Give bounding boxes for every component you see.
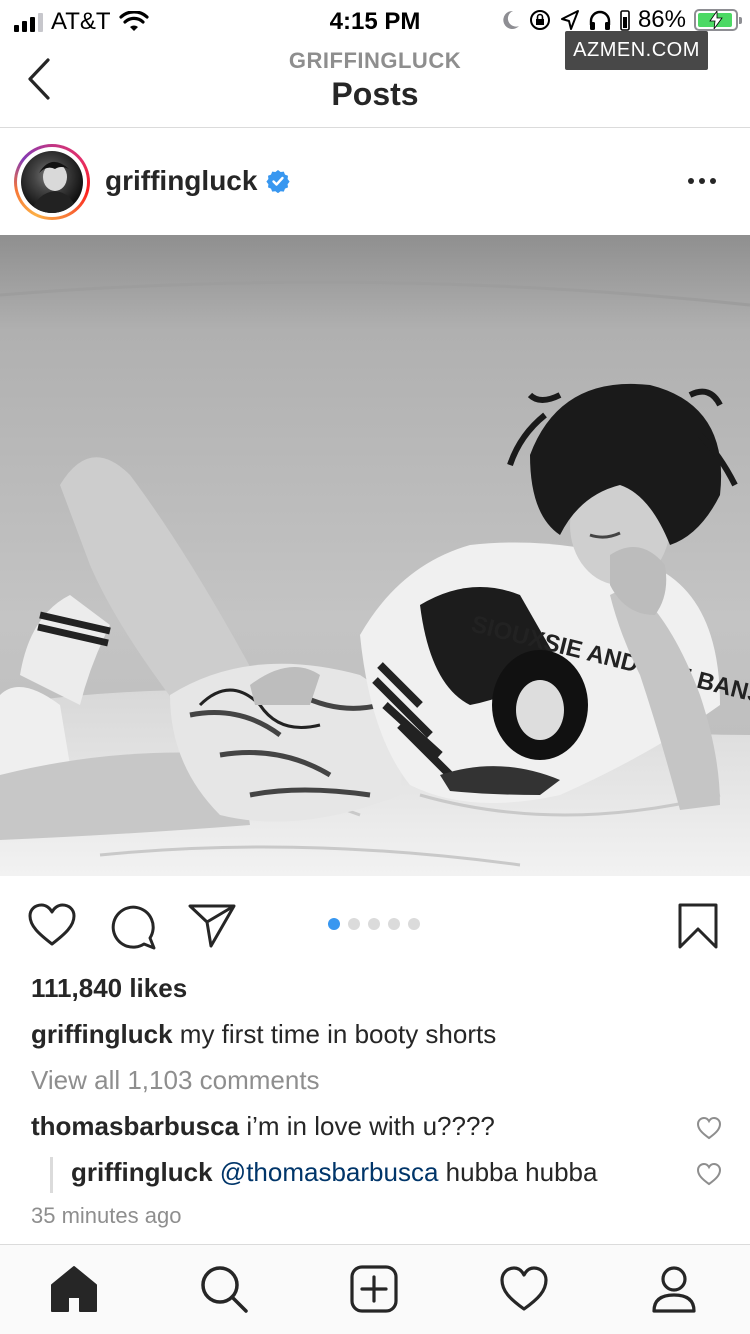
activity-heart-icon[interactable] bbox=[498, 1263, 550, 1315]
avatar[interactable] bbox=[21, 151, 83, 213]
post-header: griffingluck bbox=[0, 129, 750, 235]
post-caption: griffingluck my first time in booty shor… bbox=[31, 1019, 496, 1050]
share-icon[interactable] bbox=[187, 902, 237, 948]
bottom-tab-bar bbox=[0, 1244, 750, 1334]
headphone-battery-icon bbox=[620, 10, 630, 31]
battery-percent: 86% bbox=[637, 6, 686, 33]
comment-like-icon[interactable] bbox=[696, 1116, 722, 1140]
carousel-dot bbox=[368, 918, 380, 930]
home-icon[interactable] bbox=[48, 1263, 100, 1315]
comment-icon[interactable] bbox=[108, 902, 156, 950]
post-username[interactable]: griffingluck bbox=[105, 165, 257, 197]
comment: thomasbarbusca i’m in love with u???? bbox=[31, 1111, 495, 1142]
heart-icon[interactable] bbox=[27, 902, 77, 948]
headphones-icon bbox=[589, 10, 611, 30]
view-all-comments-link[interactable]: View all 1,103 comments bbox=[31, 1065, 320, 1096]
caption-text: my first time in booty shorts bbox=[179, 1019, 497, 1049]
carousel-dot bbox=[328, 918, 340, 930]
more-options-icon[interactable] bbox=[688, 169, 722, 193]
reply-like-icon[interactable] bbox=[696, 1162, 722, 1186]
post-photo: SIOUXSIE AND THE BANSHEES bbox=[0, 235, 750, 876]
story-ring[interactable] bbox=[14, 144, 90, 220]
carousel-dot bbox=[348, 918, 360, 930]
carousel-dot bbox=[388, 918, 400, 930]
reply-thread-line bbox=[50, 1157, 53, 1193]
profile-icon[interactable] bbox=[648, 1263, 700, 1315]
reply-text: hubba hubba bbox=[445, 1157, 598, 1187]
post-image[interactable]: SIOUXSIE AND THE BANSHEES bbox=[0, 235, 750, 876]
reply-mention[interactable]: @thomasbarbusca bbox=[220, 1157, 439, 1187]
comment-username[interactable]: thomasbarbusca bbox=[31, 1111, 239, 1141]
nav-subtitle: GRIFFINGLUCK bbox=[288, 48, 462, 73]
bookmark-icon[interactable] bbox=[677, 902, 719, 950]
carousel-dot bbox=[408, 918, 420, 930]
comment-text: i’m in love with u???? bbox=[246, 1111, 495, 1141]
likes-count[interactable]: 111,840 likes bbox=[31, 973, 187, 1004]
page-title: Posts bbox=[331, 76, 419, 112]
reply-comment: griffingluck @thomasbarbusca hubba hubba bbox=[71, 1157, 597, 1188]
post-timestamp: 35 minutes ago bbox=[31, 1203, 182, 1228]
caption-username[interactable]: griffingluck bbox=[31, 1019, 173, 1049]
battery-charging-icon bbox=[694, 9, 742, 31]
post-actions bbox=[0, 876, 750, 972]
nav-header: GRIFFINGLUCK Posts bbox=[0, 40, 750, 128]
search-icon[interactable] bbox=[198, 1263, 250, 1315]
rotation-lock-icon bbox=[529, 10, 550, 30]
location-icon bbox=[560, 10, 579, 30]
status-right: 86% bbox=[500, 6, 742, 34]
reply-username[interactable]: griffingluck bbox=[71, 1157, 213, 1187]
new-post-icon[interactable] bbox=[348, 1263, 400, 1315]
moon-icon bbox=[503, 10, 519, 29]
carousel-indicator bbox=[328, 918, 420, 930]
verified-badge-icon bbox=[266, 170, 290, 193]
